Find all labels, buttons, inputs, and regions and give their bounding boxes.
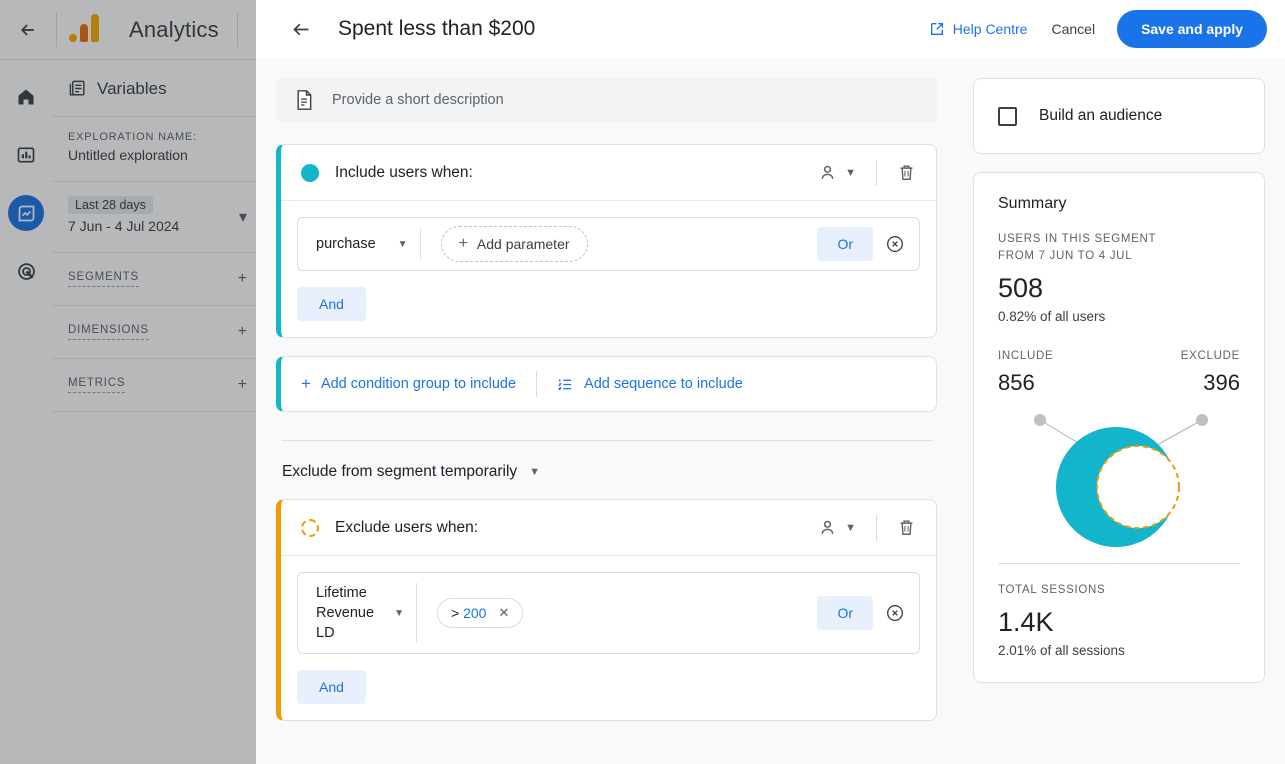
exclude-condition-group: Exclude users when: ▼ Lifetime Revenue L… [276,499,937,721]
include-remove-condition-button[interactable] [885,234,905,254]
close-circle-icon [886,604,904,622]
add-condition-group-label: Add condition group to include [320,376,517,392]
exclude-header-divider [876,514,877,541]
exclude-value-operator: > [451,605,460,621]
include-parameters-area: + Add parameter [421,218,818,270]
plus-icon: + [301,374,311,393]
include-dimension-dropdown[interactable]: purchase ▼ [298,224,420,264]
description-placeholder: Provide a short description [332,92,504,108]
modal-scrim-overlay[interactable] [0,0,256,764]
help-centre-label: Help Centre [952,21,1028,37]
remove-value-close-icon[interactable]: ✕ [498,605,509,621]
total-sessions-label: TOTAL SESSIONS [998,584,1106,596]
include-scope-selector[interactable]: ▼ [812,157,862,188]
person-icon [821,165,834,179]
include-dimension-value: purchase [316,236,376,252]
add-sequence-button[interactable]: Add sequence to include [557,376,743,393]
exclude-circle [1096,445,1180,529]
include-and-button[interactable]: And [297,287,366,321]
exclude-value-number: 200 [463,605,487,621]
users-in-segment-label-line1: USERS IN THIS SEGMENT [998,233,1157,245]
include-dimension-chevron-down-icon: ▼ [397,238,408,250]
add-parameter-button[interactable]: + Add parameter [440,226,588,262]
page-title: Spent less than $200 [338,17,536,40]
plus-icon: + [458,235,468,252]
exclude-mode-dropdown[interactable]: Exclude from segment temporarily ▼ [282,463,540,481]
exclude-group-body: Lifetime Revenue LD ▼ > 200 ✕ Or And [281,556,936,720]
exclude-dimension-chevron-down-icon: ▼ [394,607,404,619]
exclude-dimension-value: Lifetime Revenue LD [316,585,375,641]
exclude-group-header: Exclude users when: ▼ [281,500,936,556]
exclude-leader-dot [1196,414,1208,426]
add-group-divider [536,371,538,397]
exclude-and-button[interactable]: And [297,670,366,704]
cancel-button[interactable]: Cancel [1051,21,1095,37]
venn-chart-svg [1034,414,1208,547]
exclude-group-label: Exclude users when: [335,518,479,536]
help-centre-link[interactable]: Help Centre [929,21,1028,37]
users-in-segment-label-line2: FROM 7 JUN TO 4 JUL [998,250,1133,262]
sequence-list-icon [558,378,572,390]
add-include-group-bar: + Add condition group to include Add seq… [276,356,937,412]
modal-header: Spent less than $200 Help Centre Cancel … [256,0,1285,58]
users-percentage-note: 0.82% of all users [998,309,1106,324]
back-arrow-icon [292,23,308,35]
include-group-delete-button[interactable] [891,157,922,188]
include-leader-dot [1034,414,1046,426]
add-sequence-label: Add sequence to include [584,376,743,392]
include-stat-label: INCLUDE [998,350,1054,362]
exclude-stat-label: EXCLUDE [1180,350,1240,362]
build-audience-checkbox[interactable] [998,106,1017,126]
scope-chevron-down-icon: ▼ [845,166,856,179]
total-sessions-note: 2.01% of all sessions [998,643,1125,658]
include-group-body: purchase ▼ + Add parameter Or And [281,201,936,337]
include-condition-group: Include users when: ▼ purchase ▼ + Add p… [276,144,937,338]
build-audience-label: Build an audience [1039,107,1163,124]
scope-chevron-down-icon: ▼ [845,521,856,534]
include-indicator-icon [301,163,319,182]
add-parameter-label: Add parameter [476,236,570,252]
exclude-remove-condition-button[interactable] [885,603,905,623]
exclude-dimension-dropdown[interactable]: Lifetime Revenue LD ▼ [298,573,416,653]
build-audience-card[interactable]: Build an audience [973,78,1265,154]
trash-icon [900,165,913,180]
include-stat-value: 856 [998,370,1035,395]
summary-card: Summary USERS IN THIS SEGMENT FROM 7 JUN… [973,172,1265,683]
description-field[interactable]: Provide a short description [276,78,937,122]
exclude-filter-row: Lifetime Revenue LD ▼ > 200 ✕ Or [297,572,920,654]
users-in-segment-value: 508 [998,273,1044,303]
external-link-icon [930,23,943,35]
exclude-indicator-icon [301,518,319,537]
summary-title: Summary [998,195,1067,212]
conditions-column: Provide a short description Include user… [256,58,961,764]
include-or-button[interactable]: Or [817,227,873,261]
modal-back-button[interactable] [284,12,318,46]
save-and-apply-button[interactable]: Save and apply [1117,10,1267,48]
modal-body: Provide a short description Include user… [256,58,1285,764]
exclude-values-area: > 200 ✕ [417,590,817,636]
exclude-scope-selector[interactable]: ▼ [812,512,862,543]
exclude-stat-value: 396 [1203,370,1240,395]
section-separator [282,440,933,441]
person-icon [821,520,834,534]
add-condition-group-button[interactable]: + Add condition group to include [301,374,516,394]
exclude-mode-value: Exclude from segment temporarily [282,463,518,480]
document-icon [297,90,312,110]
exclude-mode-chevron-down-icon: ▼ [529,466,541,478]
include-group-header: Include users when: ▼ [281,145,936,201]
include-exclude-stats: INCLUDE 856 EXCLUDE 396 [998,348,1240,396]
exclude-or-button[interactable]: Or [817,596,873,630]
summary-divider [998,563,1240,564]
exclude-value-chip[interactable]: > 200 ✕ [437,598,524,628]
close-circle-icon [886,235,904,253]
segment-venn-diagram [998,398,1240,553]
exclude-group-delete-button[interactable] [891,512,922,543]
trash-icon [900,520,913,535]
include-group-label: Include users when: [335,163,473,181]
include-filter-row: purchase ▼ + Add parameter Or [297,217,920,271]
include-header-divider [876,159,877,186]
summary-column: Build an audience Summary USERS IN THIS … [961,58,1285,764]
segment-builder-modal: Spent less than $200 Help Centre Cancel … [256,0,1285,764]
total-sessions-value: 1.4K [998,607,1054,637]
